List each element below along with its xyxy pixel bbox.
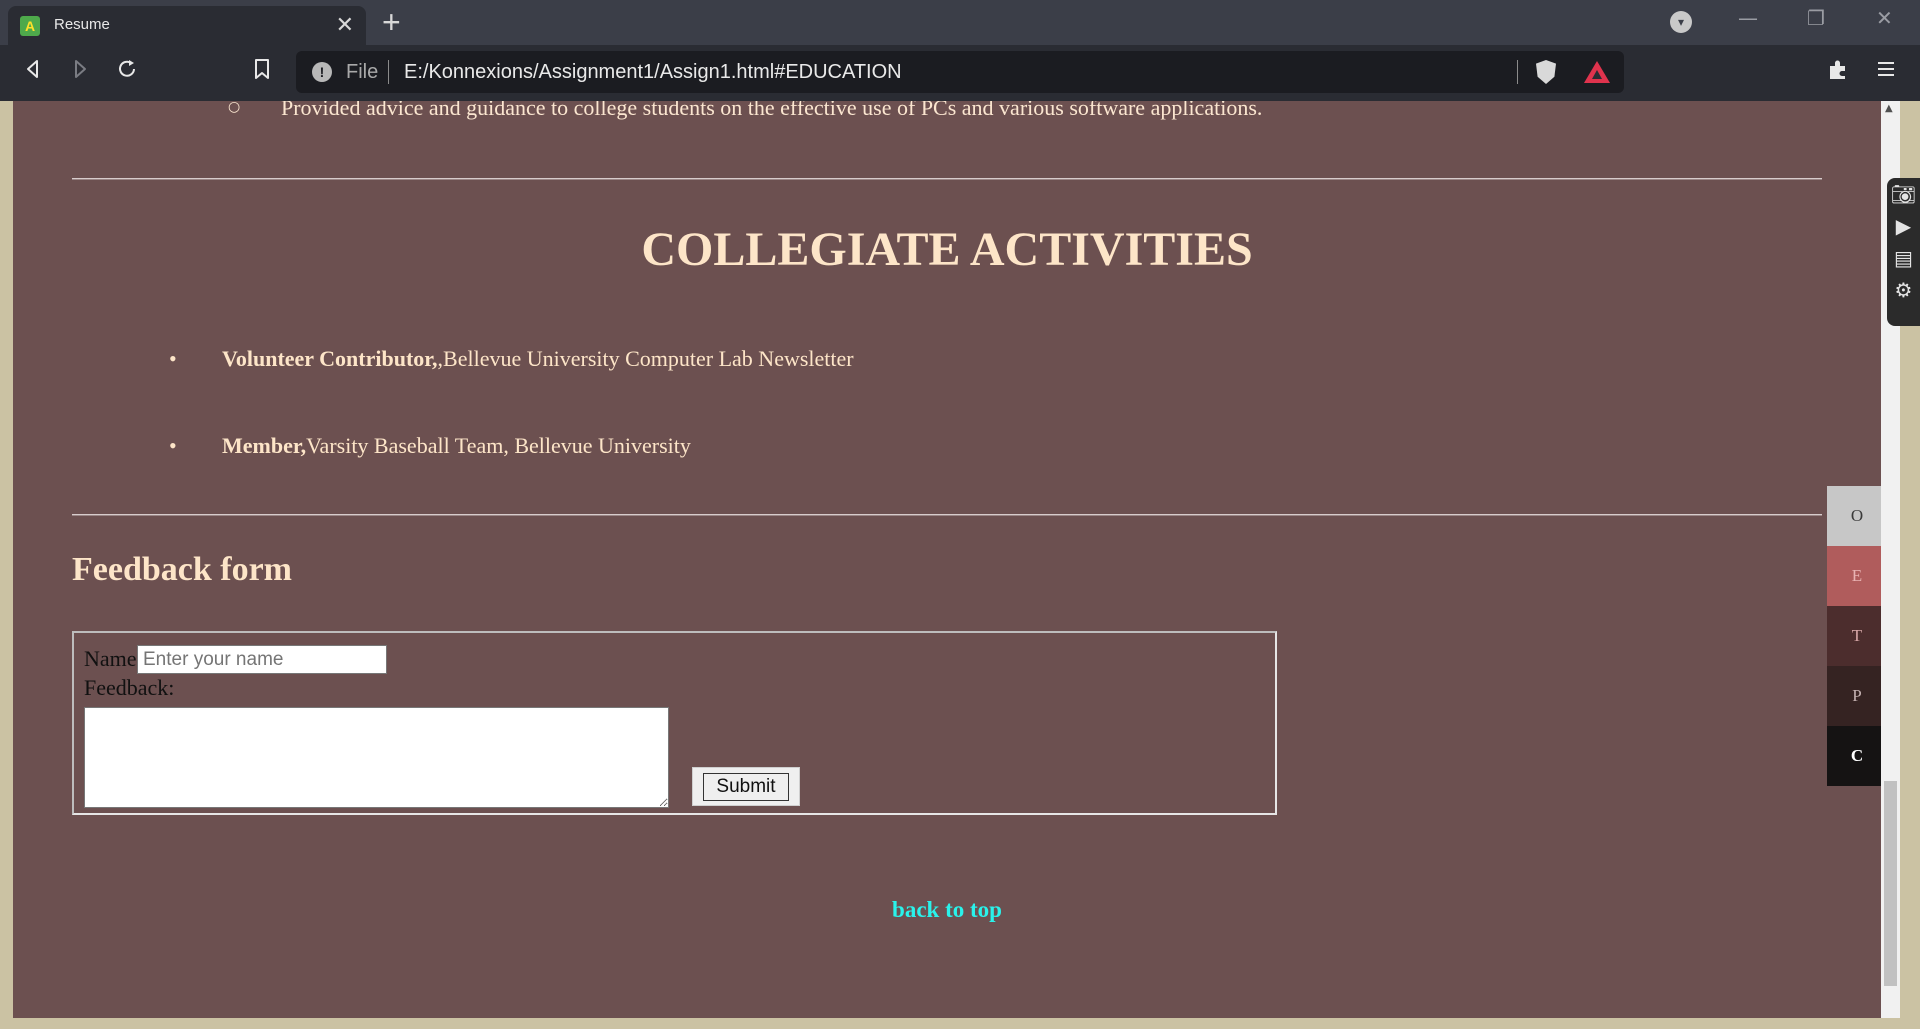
list-bullet-icon: ○ <box>228 101 241 115</box>
feedback-title: Feedback form <box>72 551 293 588</box>
section-title: COLLEGIATE ACTIVITIES <box>641 223 1253 276</box>
capture-extension-panel: 📷︎ ▶ ▤ ⚙ <box>1887 178 1920 326</box>
tab-title: Resume <box>54 16 110 33</box>
close-window-button[interactable]: ✕ <box>1876 6 1893 30</box>
forward-icon[interactable] <box>69 58 91 86</box>
reload-icon[interactable] <box>116 58 138 86</box>
maximize-button[interactable]: ❐ <box>1807 6 1825 30</box>
side-nav-item-e[interactable]: E <box>1827 546 1887 606</box>
list-bullet-icon: • <box>169 433 177 458</box>
activity-role: Member, <box>222 433 307 458</box>
browser-titlebar: A Resume ✕ + ▾ — ❐ ✕ <box>0 0 1920 45</box>
browser-toolbar: ! File E:/Konnexions/Assignment1/Assign1… <box>0 45 1920 101</box>
url-divider <box>388 60 389 84</box>
submit-button[interactable]: Submit <box>703 773 789 801</box>
new-tab-button[interactable]: + <box>382 4 401 41</box>
activity-item: Member,Varsity Baseball Team, Bellevue U… <box>222 433 691 459</box>
divider <box>72 514 1822 516</box>
url-divider <box>1517 60 1518 84</box>
gallery-icon[interactable]: ▤ <box>1887 242 1920 274</box>
tab-search-dropdown-icon[interactable]: ▾ <box>1670 11 1692 33</box>
back-icon[interactable] <box>22 58 44 86</box>
name-input[interactable] <box>137 645 387 674</box>
submit-button-frame: Submit <box>692 767 800 806</box>
feedback-form: Name Feedback: Submit <box>72 631 1277 815</box>
gear-icon[interactable]: ⚙ <box>1887 274 1920 306</box>
scroll-up-icon[interactable]: ▲ <box>1885 103 1893 114</box>
activity-item: Volunteer Contributor,,Bellevue Universi… <box>222 346 854 372</box>
tab-favicon-icon: A <box>20 16 40 36</box>
info-icon[interactable]: ! <box>312 62 332 82</box>
side-nav-item-c[interactable]: C <box>1827 726 1887 786</box>
camera-icon[interactable]: 📷︎ <box>1887 178 1920 210</box>
address-bar[interactable]: ! File E:/Konnexions/Assignment1/Assign1… <box>296 51 1624 93</box>
bookmark-icon[interactable] <box>252 58 272 86</box>
rewards-icon[interactable] <box>1584 61 1610 83</box>
extensions-icon[interactable] <box>1826 58 1850 88</box>
activity-detail: ,Bellevue University Computer Lab Newsle… <box>437 346 854 371</box>
list-bullet-icon: • <box>169 346 177 371</box>
side-nav-item-p[interactable]: P <box>1827 666 1887 726</box>
feedback-label: Feedback: <box>84 675 175 700</box>
browser-tab[interactable]: A Resume ✕ <box>8 6 366 45</box>
back-to-top-link[interactable]: back to top <box>13 897 1881 923</box>
side-nav-item-o[interactable]: O <box>1827 486 1887 546</box>
activity-role: Volunteer Contributor, <box>222 346 438 371</box>
name-label: Name <box>84 646 137 671</box>
page-content: ○ Provided advice and guidance to colleg… <box>13 101 1881 1018</box>
activity-detail: Varsity Baseball Team, Bellevue Universi… <box>306 433 691 458</box>
minimize-button[interactable]: — <box>1738 6 1758 30</box>
tab-close-icon[interactable]: ✕ <box>336 12 354 38</box>
side-nav-item-t[interactable]: T <box>1827 606 1887 666</box>
list-item: Provided advice and guidance to college … <box>281 101 1263 120</box>
feedback-textarea[interactable] <box>84 707 669 808</box>
video-icon[interactable]: ▶ <box>1887 210 1920 242</box>
divider <box>72 178 1822 180</box>
url-scheme-label: File <box>346 61 379 83</box>
url-text[interactable]: E:/Konnexions/Assignment1/Assign1.html#E… <box>404 61 902 84</box>
brave-shield-icon[interactable] <box>1536 60 1556 84</box>
side-nav: OETPC <box>1827 486 1887 786</box>
scrollbar-thumb[interactable] <box>1884 781 1897 986</box>
menu-icon[interactable] <box>1876 58 1896 86</box>
